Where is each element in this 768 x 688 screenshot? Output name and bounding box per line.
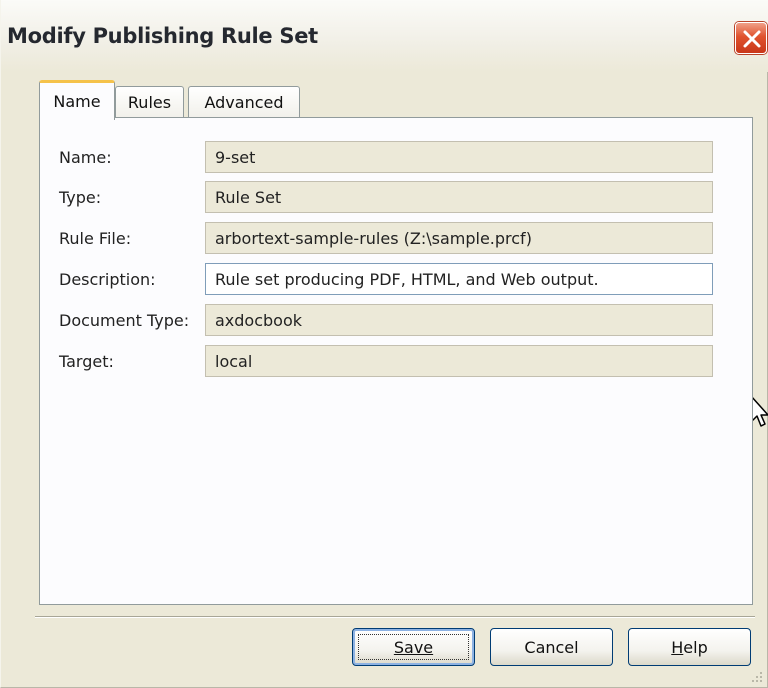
save-button[interactable]: Save [352, 628, 475, 666]
close-icon [743, 30, 761, 48]
help-button[interactable]: Help [628, 628, 751, 666]
name-tab-panel: Name: 9-set Type: Rule Set Rule File: ar… [39, 117, 753, 605]
name-row: Name: 9-set [40, 141, 754, 175]
description-row: Description: Rule set producing PDF, HTM… [40, 263, 754, 297]
focus-rectangle [358, 634, 469, 660]
window-title: Modify Publishing Rule Set [7, 24, 318, 48]
tab-rules-label: Rules [127, 93, 172, 112]
cancel-button-label: Cancel [524, 637, 579, 657]
tab-advanced-label: Advanced [204, 93, 284, 112]
rule-file-field: arbortext-sample-rules (Z:\sample.prcf) [205, 222, 713, 254]
tab-rules[interactable]: Rules [115, 86, 184, 118]
name-field: 9-set [205, 141, 713, 173]
target-field: local [205, 345, 713, 377]
tab-name[interactable]: Name [39, 80, 115, 120]
target-row: Target: local [40, 345, 754, 379]
description-label: Description: [59, 270, 156, 289]
document-type-row: Document Type: axdocbook [40, 304, 754, 338]
tab-name-label: Name [53, 92, 101, 111]
rule-file-label: Rule File: [59, 229, 132, 248]
modify-publishing-rule-set-dialog: Modify Publishing Rule Set Name Rules Ad… [0, 0, 768, 688]
target-label: Target: [59, 352, 114, 371]
close-button[interactable] [735, 22, 767, 54]
tab-advanced[interactable]: Advanced [188, 86, 300, 118]
type-row: Type: Rule Set [40, 181, 754, 215]
type-label: Type: [59, 188, 102, 207]
description-input[interactable]: Rule set producing PDF, HTML, and Web ou… [205, 263, 713, 295]
name-label: Name: [59, 148, 112, 167]
help-mnemonic: H [671, 637, 684, 657]
title-bar[interactable]: Modify Publishing Rule Set [1, 0, 768, 72]
cancel-button[interactable]: Cancel [490, 628, 613, 666]
document-type-field: axdocbook [205, 304, 713, 336]
resize-grip-icon[interactable] [750, 670, 764, 684]
rule-file-row: Rule File: arbortext-sample-rules (Z:\sa… [40, 222, 754, 256]
help-rest: elp [683, 637, 708, 657]
type-field: Rule Set [205, 181, 713, 213]
button-separator [35, 616, 755, 618]
help-button-label: Help [671, 638, 707, 657]
document-type-label: Document Type: [59, 311, 190, 330]
